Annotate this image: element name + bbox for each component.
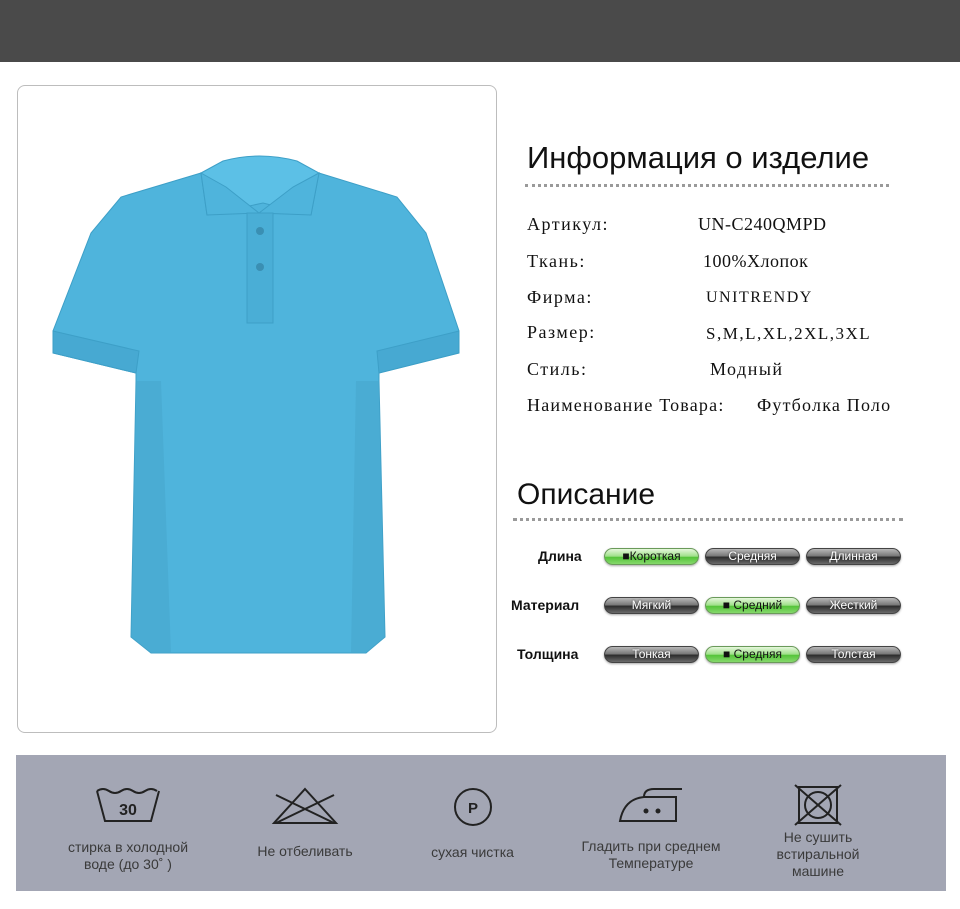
care-no-dry-text-2: встиральной: [776, 846, 860, 862]
option-material-soft-label: Мягкий: [631, 598, 672, 612]
wash-30-icon: 30: [96, 788, 160, 822]
option-thickness-thin: Тонкая: [604, 646, 699, 663]
material-label: Материал: [511, 597, 580, 613]
option-length-long-label: Длинная: [829, 549, 878, 563]
option-thickness-medium-label: Средняя: [733, 647, 782, 661]
option-thickness-thick: Толстая: [806, 646, 901, 663]
option-material-medium-label: Средний: [733, 598, 783, 612]
spec-label-style: Стиль:: [527, 359, 588, 379]
option-material-soft: Мягкий: [604, 597, 699, 614]
spec-label-article: Артикул:: [527, 214, 609, 234]
dry-clean-p-icon: P: [453, 788, 492, 826]
option-material-medium: ■ Средний: [705, 597, 800, 614]
option-length-medium-label: Средняя: [728, 549, 777, 563]
option-material-hard-label: Жесткий: [829, 598, 878, 612]
care-wash: 30 стирка в холодной воде (до 30˚ ): [58, 785, 198, 873]
option-thickness-thin-label: Тонкая: [632, 647, 671, 661]
option-material-hard: Жесткий: [806, 597, 901, 614]
spec-label-brand: Фирма:: [527, 287, 593, 307]
no-bleach-icon: [271, 787, 339, 824]
option-thickness-medium: ■ Средняя: [705, 646, 800, 663]
care-wash-text-2: воде (до 30˚ ): [84, 856, 172, 872]
description-divider: [513, 518, 903, 521]
spec-value-article: UN-C240QMPD: [698, 214, 827, 234]
option-thickness-thick-label: Толстая: [831, 647, 876, 661]
option-length-medium: Средняя: [705, 548, 800, 565]
dry-clean-letter: P: [467, 800, 477, 817]
care-iron-text-1: Гладить при среднем: [581, 838, 721, 854]
iron-medium-icon: [618, 788, 682, 822]
care-dry-clean-text: сухая чистка: [431, 844, 514, 860]
spec-label-fabric: Ткань:: [527, 251, 586, 271]
spec-label-product-name: Наименование Товара:: [527, 395, 725, 415]
spec-value-brand: UNITRENDY: [706, 289, 813, 306]
option-length-long: Длинная: [806, 548, 901, 565]
wash-temperature: 30: [119, 802, 137, 819]
option-length-short-label: Короткая: [629, 549, 681, 563]
care-no-bleach: Не отбеливать: [240, 785, 370, 860]
care-no-bleach-text: Не отбеливать: [257, 843, 353, 859]
care-no-dry-text-3: машине: [792, 863, 844, 879]
care-wash-text-1: стирка в холодной: [67, 839, 189, 855]
no-tumble-dry-icon: [794, 784, 842, 826]
care-iron-text-2: Температуре: [608, 855, 694, 871]
spec-value-fabric: 100%Хлопок: [703, 251, 809, 271]
spec-value-size: S,M,L,XL,2XL,3XL: [706, 324, 872, 343]
spec-value-style: Модный: [710, 359, 784, 379]
thickness-label: Толщина: [517, 646, 579, 662]
option-length-short: ■Короткая: [604, 548, 699, 565]
care-dry-clean: P сухая чистка: [410, 785, 535, 861]
care-no-dry-text-1: Не сушить: [783, 829, 853, 845]
info-title: Информация о изделие: [527, 140, 870, 175]
care-iron: Гладить при среднем Температуре: [566, 785, 736, 872]
polo-shirt-image: [52, 155, 460, 654]
description-title: Описание: [517, 478, 656, 511]
top-banner: [0, 0, 960, 62]
info-divider: [525, 184, 889, 187]
length-label: Длина: [538, 548, 582, 564]
product-photo-frame: [17, 85, 497, 733]
spec-label-size: Размер:: [527, 322, 596, 342]
spec-value-product-name: Футболка Поло: [757, 395, 892, 415]
care-no-tumble-dry: Не сушить встиральной машине: [758, 783, 878, 880]
